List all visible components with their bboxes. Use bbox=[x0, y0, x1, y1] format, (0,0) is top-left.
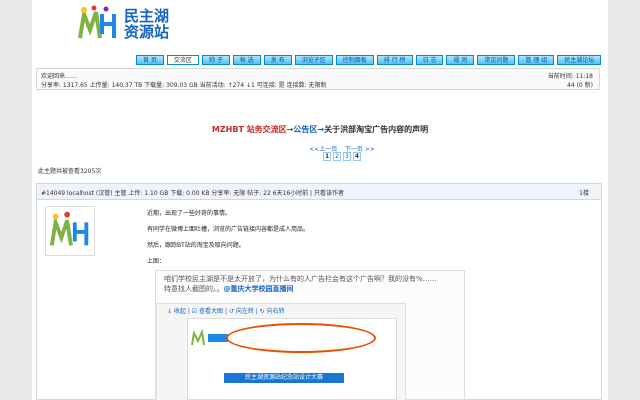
highlight-circle bbox=[226, 323, 376, 353]
user-stat-bar: 欢迎回来…… 分享率: 1317.65 上传量: 140.37 TB 下载量: … bbox=[36, 68, 600, 90]
screenshot-image: 民主湖资源站纪念站设计大赛 bbox=[187, 318, 397, 400]
current-time: 当前时间: 11:18 bbox=[547, 73, 593, 80]
post-header: #14049 localhost (汉管) 主管 上传: 1.10 GB 下载:… bbox=[37, 184, 601, 200]
pagination: <<上一页 下一页 >> 1234 bbox=[302, 144, 382, 161]
nav-torrents[interactable]: 帅 子 bbox=[201, 55, 230, 65]
logo-icon bbox=[78, 5, 116, 39]
topic-breadcrumb: MZHBT 站务交流区→公告区→关于洪部淘宝广告内容的声明 bbox=[32, 124, 608, 135]
nav-control-panel[interactable]: 控制面板 bbox=[335, 55, 374, 65]
nav-upload[interactable]: 发 布 bbox=[263, 55, 292, 65]
breadcrumb-forum[interactable]: MZHBT 站务交流区→ bbox=[212, 125, 294, 134]
page: 民主湖 资源站 首 页 交流区 帅 子 帐 选 发 布 浏览子区 控制面板 排 … bbox=[32, 0, 608, 400]
user-stats: 分享率: 1317.65 上传量: 140.37 TB 下载量: 309.03 … bbox=[41, 82, 327, 89]
quote-text-2: 特意找人截图的。。@重庆大学校园直播间 bbox=[164, 285, 294, 293]
nav-forum[interactable]: 交流区 bbox=[166, 55, 199, 65]
nav-browse[interactable]: 浏览子区 bbox=[294, 55, 333, 65]
post-line: 上图： bbox=[147, 258, 166, 265]
post: #14049 localhost (汉管) 主管 上传: 1.10 GB 下载:… bbox=[36, 183, 602, 400]
nav-bbs[interactable]: 民主湖论坛 bbox=[557, 55, 602, 65]
nav-rules[interactable]: 规 则 bbox=[446, 55, 475, 65]
breadcrumb-section[interactable]: 公告区→ bbox=[293, 125, 324, 134]
post-line: 近期，出现了一些好奇的事情。 bbox=[147, 210, 232, 217]
post-meta: #14049 localhost (汉管) 主管 上传: 1.10 GB 下载:… bbox=[41, 190, 344, 197]
welcome-text: 欢迎回来…… bbox=[41, 73, 78, 80]
page-3[interactable]: 3 bbox=[343, 152, 351, 161]
avatar bbox=[45, 206, 95, 256]
site-logo[interactable]: 民主湖 资源站 bbox=[76, 4, 202, 44]
nav-selection[interactable]: 帐 选 bbox=[232, 55, 261, 65]
screenshot-logo-icon bbox=[191, 329, 228, 346]
screenshot-banner: 民主湖资源站纪念站设计大赛 bbox=[224, 373, 344, 383]
page-4[interactable]: 4 bbox=[352, 152, 362, 161]
nav-home[interactable]: 首 页 bbox=[136, 55, 164, 65]
main-nav: 首 页 交流区 帅 子 帐 选 发 布 浏览子区 控制面板 排 行 榜 日 志 … bbox=[136, 55, 602, 65]
page-2[interactable]: 2 bbox=[333, 152, 341, 161]
post-body: 近期，出现了一些好奇的事情。 有同学在微博上面吐槽，浏览的广告链接内容都是成人用… bbox=[147, 208, 597, 272]
weibo-image-box: ↓ 收起 | ☑ 查看大图 | ↺ 向左转 | ↻ 向右转 民主湖资源站纪念站设… bbox=[156, 303, 406, 400]
quote-link[interactable]: @重庆大学校园直播间 bbox=[224, 285, 294, 293]
topic-title: 关于洪部淘宝广告内容的声明 bbox=[324, 125, 429, 134]
nav-log[interactable]: 日 志 bbox=[415, 55, 444, 65]
nav-ranking[interactable]: 排 行 榜 bbox=[376, 55, 413, 65]
image-tools[interactable]: ↓ 收起 | ☑ 查看大图 | ↺ 向左转 | ↻ 向右转 bbox=[167, 306, 285, 315]
weibo-quote: 咱们学校民主湖是不是太开放了，为什么有的人广告栏会有这个广告啊？我的没有%…… … bbox=[155, 270, 465, 400]
page-1[interactable]: 1 bbox=[322, 152, 332, 161]
view-count: 此主题共被查看3205次 bbox=[38, 168, 102, 175]
message-count[interactable]: 44 (0 新) bbox=[567, 80, 593, 89]
logo-text: 民主湖 资源站 bbox=[124, 7, 170, 41]
quote-text: 咱们学校民主湖是不是太开放了，为什么有的人广告栏会有这个广告啊？我的没有%…… bbox=[164, 275, 437, 283]
post-line: 然后，跟踪BT站的淘宝及取向问题。 bbox=[147, 242, 245, 249]
nav-staff[interactable]: 管 理 组 bbox=[518, 55, 555, 65]
post-line: 有同学在微博上面吐槽，浏览的广告链接内容都是成人用品。 bbox=[147, 226, 310, 233]
post-floor[interactable]: 1楼 bbox=[579, 188, 589, 197]
nav-faq[interactable]: 常见问题 bbox=[477, 55, 516, 65]
